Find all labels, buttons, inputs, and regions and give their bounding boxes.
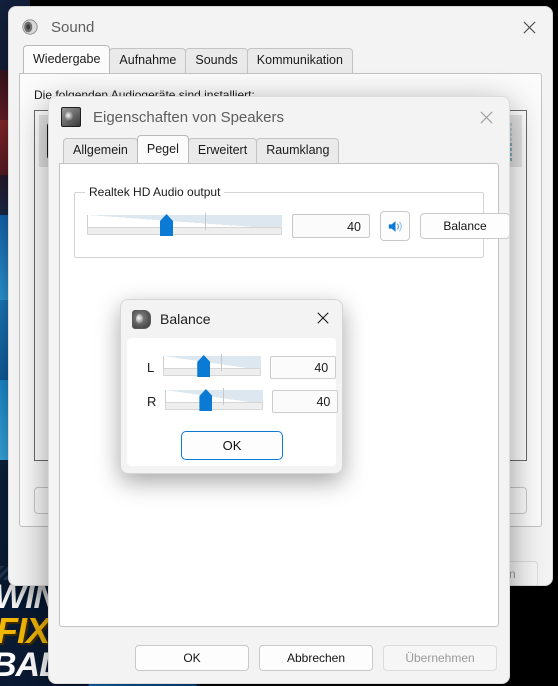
balance-button[interactable]: Balance — [420, 213, 509, 239]
left-channel-value[interactable]: 40 — [270, 355, 337, 379]
mute-toggle-button[interactable] — [380, 211, 410, 241]
properties-footer-buttons: OK Abbrechen Übernehmen — [135, 645, 497, 671]
tab-raumklang[interactable]: Raumklang — [256, 138, 340, 163]
slider-groove — [87, 227, 282, 235]
tab-erweitert[interactable]: Erweitert — [187, 138, 258, 163]
slider-center-tick — [223, 388, 225, 405]
properties-window-title: Eigenschaften von Speakers — [93, 108, 284, 126]
properties-titlebar: Eigenschaften von Speakers — [49, 97, 509, 137]
sound-window-title: Sound — [51, 18, 95, 36]
speaker-icon — [22, 19, 38, 35]
sound-titlebar: Sound — [9, 7, 552, 47]
tab-aufnahme[interactable]: Aufnahme — [109, 48, 187, 73]
channel-label-l: L — [147, 359, 155, 375]
sound-tab-strip: Wiedergabe Aufnahme Sounds Kommunikation — [9, 45, 552, 73]
level-group-legend: Realtek HD Audio output — [85, 185, 225, 199]
speaker-icon — [132, 309, 151, 329]
close-icon — [522, 20, 536, 34]
tab-kommunikation[interactable]: Kommunikation — [246, 48, 353, 73]
slider-center-tick — [205, 213, 206, 230]
speaker-properties-icon — [61, 107, 81, 127]
level-group: Realtek HD Audio output 40 Balance — [74, 185, 509, 258]
slider-groove — [163, 368, 262, 376]
close-icon — [317, 312, 329, 324]
screen: WIN FIX BALANCE Sound Wiedergabe Aufnahm… — [0, 0, 558, 686]
left-channel-slider[interactable] — [163, 354, 262, 380]
volume-value-field[interactable]: 40 — [292, 214, 370, 238]
right-channel-slider[interactable] — [165, 388, 264, 414]
tab-allgemein[interactable]: Allgemein — [63, 138, 138, 163]
balance-ok-button[interactable]: OK — [181, 431, 283, 460]
channel-label-r: R — [147, 393, 157, 409]
tab-pegel[interactable]: Pegel — [136, 135, 189, 163]
properties-ok-button[interactable]: OK — [135, 645, 249, 671]
slider-groove — [165, 402, 264, 410]
properties-cancel-button[interactable]: Abbrechen — [259, 645, 373, 671]
level-row: 40 Balance — [87, 211, 509, 241]
properties-apply-button[interactable]: Übernehmen — [383, 645, 497, 671]
balance-close-button[interactable] — [308, 304, 338, 332]
speaker-volume-icon — [388, 220, 402, 232]
sound-close-button[interactable] — [506, 7, 552, 47]
balance-row-left: L 40 — [127, 354, 337, 380]
slider-center-tick — [221, 354, 223, 371]
right-channel-value[interactable]: 40 — [272, 389, 339, 413]
close-icon — [479, 110, 493, 124]
tab-sounds[interactable]: Sounds — [185, 48, 248, 73]
tab-wiedergabe[interactable]: Wiedergabe — [23, 45, 111, 73]
volume-slider[interactable] — [87, 213, 282, 239]
properties-tab-strip: Allgemein Pegel Erweitert Raumklang — [49, 135, 509, 163]
balance-dialog-title: Balance — [160, 311, 211, 327]
balance-dialog: Balance L 40 R 40 OK — [120, 299, 343, 474]
balance-row-right: R 40 — [127, 388, 339, 414]
properties-close-button[interactable] — [463, 97, 509, 137]
balance-titlebar: Balance — [121, 300, 342, 338]
